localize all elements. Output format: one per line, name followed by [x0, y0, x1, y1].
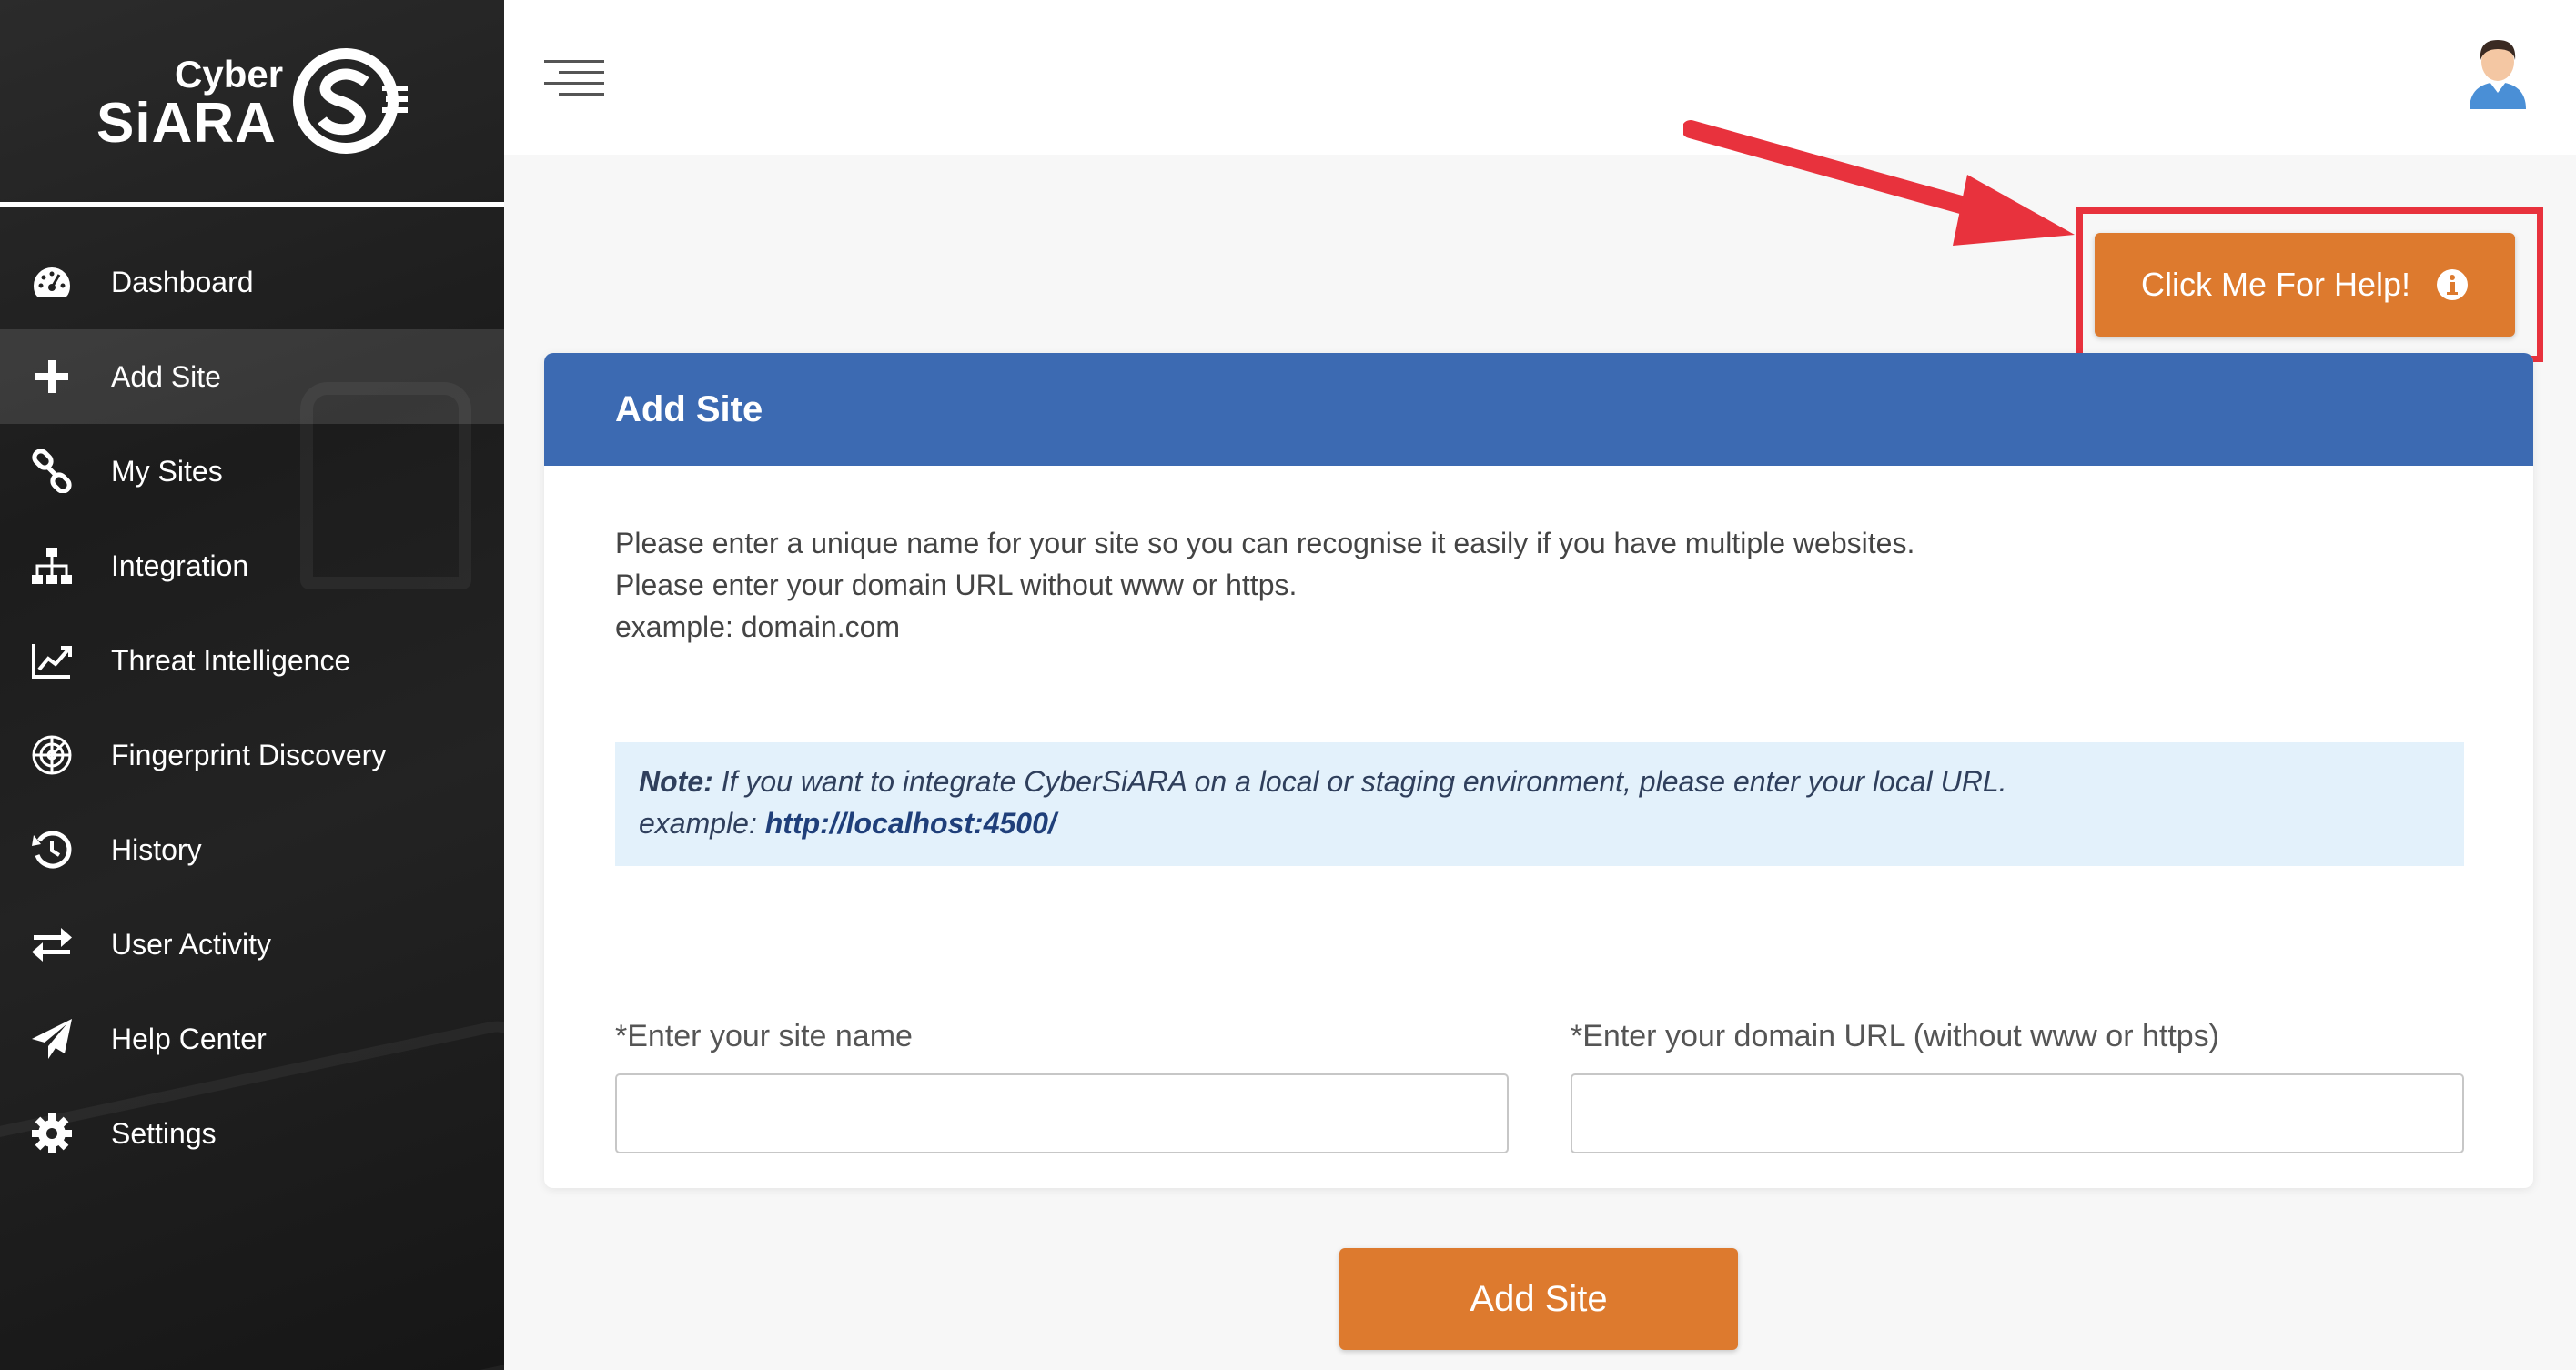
- sidebar-item-label: Dashboard: [111, 265, 254, 298]
- help-button-label: Click Me For Help!: [2140, 266, 2411, 303]
- note-prefix: Note:: [639, 765, 713, 798]
- site-name-input[interactable]: [615, 1073, 1509, 1153]
- gear-icon: [27, 1109, 76, 1158]
- brand-logo[interactable]: Cyber SiARA: [0, 0, 504, 202]
- sidebar-item-label: Integration: [111, 549, 249, 582]
- link-icon: [27, 447, 76, 496]
- user-avatar-icon[interactable]: [2466, 33, 2530, 109]
- plus-icon: [27, 352, 76, 401]
- sidebar-item-label: User Activity: [111, 927, 272, 961]
- sidebar-item-label: Help Center: [111, 1022, 267, 1055]
- sidebar-item-user-activity[interactable]: User Activity: [0, 897, 504, 992]
- sitemap-icon: [27, 541, 76, 590]
- help-button[interactable]: Click Me For Help!: [2095, 233, 2515, 337]
- sidebar-item-help-center[interactable]: Help Center: [0, 992, 504, 1086]
- instruction-line: Please enter a unique name for your site…: [615, 527, 1915, 559]
- logo-divider: [0, 202, 504, 207]
- sidebar-nav: Dashboard Add Site My Sites Integration …: [0, 235, 504, 1181]
- sidebar-item-integration[interactable]: Integration: [0, 519, 504, 613]
- brand-line2: SiARA: [96, 92, 277, 155]
- sidebar-item-label: Fingerprint Discovery: [111, 738, 387, 771]
- dashboard-icon: [27, 257, 76, 307]
- sidebar-item-label: My Sites: [111, 454, 223, 488]
- add-site-card: Add Site Please enter a unique name for …: [544, 353, 2533, 1188]
- sidebar-item-my-sites[interactable]: My Sites: [0, 424, 504, 519]
- hamburger-menu-icon[interactable]: [544, 60, 604, 100]
- note-text: If you want to integrate CyberSiARA on a…: [712, 765, 2007, 798]
- add-site-button[interactable]: Add Site: [1339, 1248, 1738, 1350]
- sidebar-item-label: Settings: [111, 1116, 217, 1150]
- paper-plane-icon: [27, 1014, 76, 1063]
- note-box: Note: If you want to integrate CyberSiAR…: [615, 742, 2464, 866]
- exchange-icon: [27, 920, 76, 969]
- note-example-prefix: example:: [639, 807, 765, 840]
- radar-icon: [27, 730, 76, 780]
- brand-mark-icon: [293, 48, 408, 154]
- info-icon: [2437, 269, 2469, 300]
- sidebar-item-label: History: [111, 832, 202, 866]
- sidebar-item-fingerprint-discovery[interactable]: Fingerprint Discovery: [0, 708, 504, 802]
- sidebar-item-label: Threat Intelligence: [111, 643, 351, 677]
- sidebar: Cyber SiARA Dashboard Add Site My Sites …: [0, 0, 504, 1370]
- sidebar-item-threat-intelligence[interactable]: Threat Intelligence: [0, 613, 504, 708]
- annotation-arrow: [1683, 120, 2075, 246]
- instruction-line: example: domain.com: [615, 610, 901, 643]
- line-chart-icon: [27, 636, 76, 685]
- domain-url-label: *Enter your domain URL (without www or h…: [1571, 1019, 2220, 1053]
- instructions: Please enter a unique name for your site…: [615, 522, 1914, 648]
- top-bar: [504, 0, 2576, 155]
- site-name-label: *Enter your site name: [615, 1019, 913, 1053]
- sidebar-item-dashboard[interactable]: Dashboard: [0, 235, 504, 329]
- sidebar-item-label: Add Site: [111, 359, 221, 393]
- domain-url-input[interactable]: [1571, 1073, 2464, 1153]
- instruction-line: Please enter your domain URL without www…: [615, 569, 1298, 601]
- history-icon: [27, 825, 76, 874]
- card-header: Add Site: [544, 353, 2533, 466]
- sidebar-item-add-site[interactable]: Add Site: [0, 329, 504, 424]
- card-title: Add Site: [615, 388, 763, 429]
- sidebar-item-settings[interactable]: Settings: [0, 1086, 504, 1181]
- sidebar-item-history[interactable]: History: [0, 802, 504, 897]
- brand-line1: Cyber: [175, 53, 284, 96]
- note-example-url[interactable]: http://localhost:4500/: [765, 807, 1056, 840]
